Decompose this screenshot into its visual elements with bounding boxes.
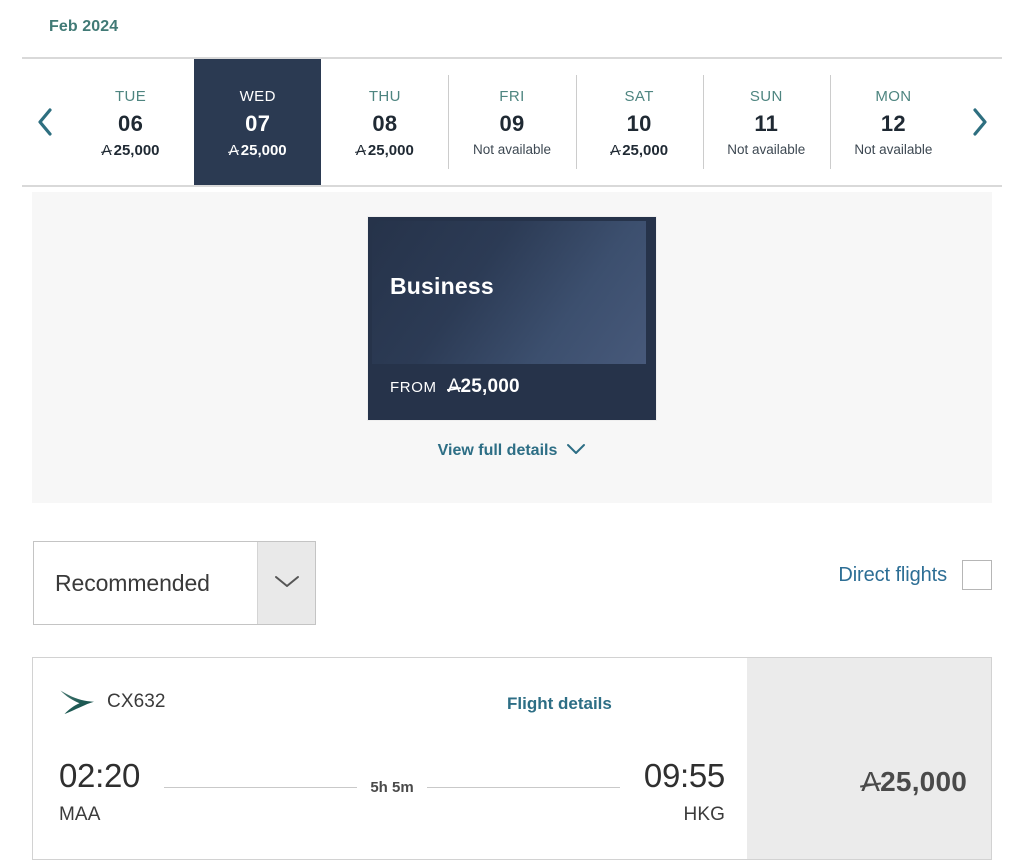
date-daynumber: 10	[626, 110, 652, 136]
flight-identity: CX632	[58, 689, 166, 715]
date-option-08[interactable]: THU 08 A 25,000	[321, 59, 449, 185]
direct-flights-checkbox[interactable]	[962, 560, 992, 590]
flight-duration: 5h 5m	[140, 779, 644, 796]
date-price-value: 25,000	[240, 141, 287, 159]
cabin-name: Business	[390, 273, 494, 299]
chevron-left-icon	[36, 107, 54, 137]
date-unavailable-label: Not available	[854, 142, 933, 158]
date-selector-strip: TUE 06 A 25,000 WED 07 A 25,000 THU 08 A 25…	[22, 57, 1002, 187]
cabin-fare-panel: Business FROM A25,000 View full details	[32, 192, 992, 503]
duration-text: 5h 5m	[370, 779, 414, 796]
cathay-pacific-brushwing-icon	[58, 689, 96, 715]
flight-result-details: CX632 Flight details 02:20 MAA 5h 5m 09:…	[33, 658, 747, 859]
date-price: A 25,000	[102, 143, 160, 158]
month-label: Feb 2024	[49, 18, 119, 35]
date-weekday: MON	[875, 88, 912, 106]
duration-line-right	[426, 787, 620, 788]
date-price: A 25,000	[229, 143, 287, 158]
asia-miles-icon: A	[447, 376, 461, 397]
date-daynumber: 07	[245, 110, 271, 136]
cabin-card-business[interactable]: Business FROM A25,000	[368, 217, 656, 420]
departure-time: 02:20	[59, 757, 141, 794]
date-unavailable-label: Not available	[727, 142, 806, 158]
cabin-from-label: FROM	[390, 379, 437, 396]
date-price-value: 25,000	[622, 141, 669, 159]
arrival-airport: HKG	[683, 804, 725, 826]
date-price-value: 25,000	[113, 141, 160, 159]
flight-price: A25,000	[747, 766, 967, 798]
next-dates-button[interactable]	[957, 59, 1002, 185]
asia-miles-icon: A	[610, 141, 621, 159]
date-weekday: THU	[368, 87, 401, 105]
view-full-details-label: View full details	[437, 442, 558, 459]
date-weekday: TUE	[114, 87, 147, 105]
date-option-07[interactable]: WED 07 A 25,000	[194, 59, 322, 185]
date-option-09[interactable]: FRI 09 Not available	[448, 59, 576, 185]
flight-result-card: CX632 Flight details 02:20 MAA 5h 5m 09:…	[32, 657, 992, 860]
duration-line-left	[164, 787, 358, 788]
flight-itinerary: 02:20 MAA 5h 5m 09:55 HKG	[59, 757, 725, 826]
date-price: A 25,000	[356, 143, 414, 158]
cabin-from-value: 25,000	[460, 376, 520, 397]
asia-miles-icon: A	[861, 766, 881, 797]
chevron-right-icon	[971, 107, 989, 137]
departure-block: 02:20 MAA	[59, 757, 141, 826]
date-option-10[interactable]: SAT 10 A 25,000	[575, 59, 703, 185]
date-daynumber: 08	[372, 110, 398, 136]
date-unavailable-label: Not available	[472, 142, 552, 158]
date-option-12[interactable]: MON 12 Not available	[829, 59, 957, 185]
date-daynumber: 09	[499, 111, 525, 137]
asia-miles-icon: A	[355, 141, 366, 159]
flight-number: CX632	[107, 691, 166, 712]
direct-flights-label: Direct flights	[838, 563, 947, 586]
date-weekday: SAT	[624, 87, 654, 105]
date-daynumber: 06	[118, 110, 144, 136]
date-option-11[interactable]: SUN 11 Not available	[702, 59, 830, 185]
asia-miles-icon: A	[228, 141, 239, 159]
sort-dropdown-value: Recommended	[55, 569, 210, 596]
date-daynumber: 11	[754, 111, 779, 137]
flight-price-value: 25,000	[880, 766, 967, 797]
direct-flights-filter[interactable]: Direct flights	[838, 560, 992, 590]
flight-search-results-page: Feb 2024 TUE 06 A 25,000 WED 07 A 25,000 T…	[0, 0, 1024, 860]
arrival-block: 09:55 HKG	[643, 757, 725, 826]
chevron-down-icon	[273, 573, 301, 594]
arrival-time: 09:55	[643, 757, 725, 794]
sort-dropdown[interactable]: Recommended	[33, 541, 316, 625]
date-daynumber: 12	[880, 111, 906, 137]
date-weekday: FRI	[499, 88, 525, 106]
date-price: A 25,000	[610, 143, 668, 158]
departure-airport: MAA	[59, 804, 101, 826]
flight-details-link[interactable]: Flight details	[507, 694, 612, 714]
flight-price-select-button[interactable]: A25,000	[747, 658, 991, 859]
date-list: TUE 06 A 25,000 WED 07 A 25,000 THU 08 A 25…	[67, 59, 957, 185]
view-full-details-button[interactable]: View full details	[32, 442, 992, 460]
sort-dropdown-toggle[interactable]	[257, 542, 315, 624]
date-option-06[interactable]: TUE 06 A 25,000	[67, 59, 195, 185]
cabin-from-amount: A25,000	[448, 376, 520, 398]
date-weekday: SUN	[749, 88, 783, 106]
previous-dates-button[interactable]	[22, 59, 67, 185]
date-weekday: WED	[239, 87, 276, 105]
date-price-value: 25,000	[367, 141, 414, 159]
cabin-from-price: FROM A25,000	[390, 376, 520, 398]
chevron-down-icon	[566, 442, 586, 460]
asia-miles-icon: A	[101, 141, 112, 159]
